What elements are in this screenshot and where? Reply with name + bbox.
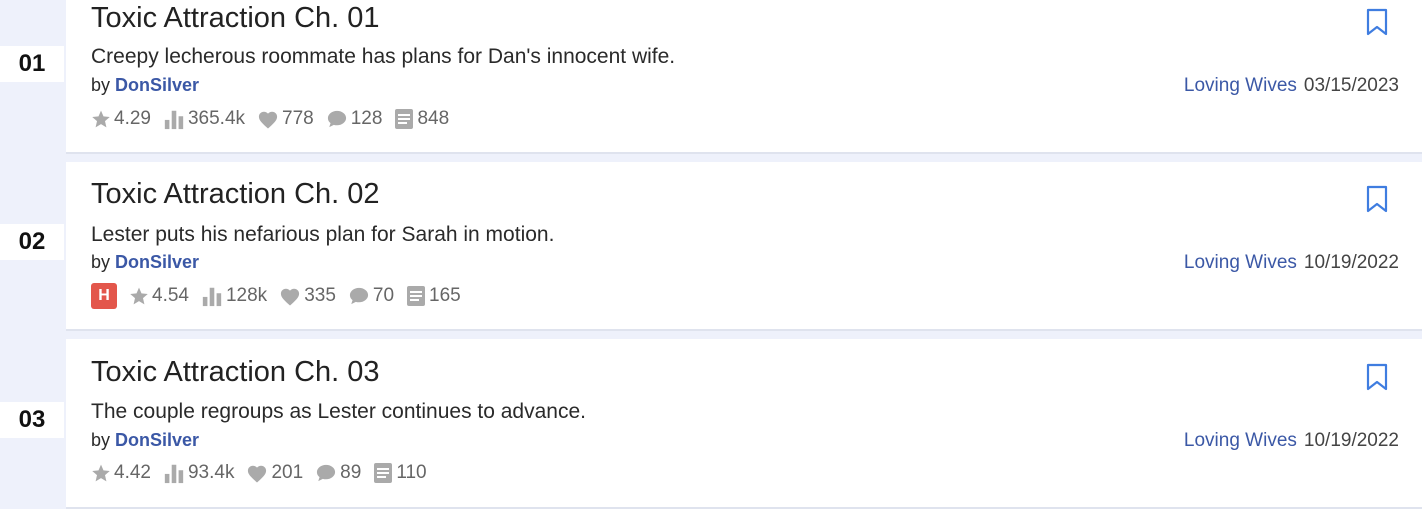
story-title[interactable]: Toxic Attraction Ch. 02 bbox=[91, 178, 380, 211]
author-link[interactable]: DonSilver bbox=[115, 430, 199, 450]
favorites-value: 778 bbox=[282, 108, 314, 129]
author-link[interactable]: DonSilver bbox=[115, 75, 199, 95]
words-stat: 110 bbox=[373, 462, 427, 484]
hot-badge: H bbox=[91, 283, 117, 309]
heart-icon bbox=[281, 288, 300, 306]
comment-icon bbox=[327, 110, 346, 128]
rating-value: 4.29 bbox=[114, 108, 151, 129]
bar-chart-icon bbox=[164, 110, 184, 130]
favorites-value: 201 bbox=[271, 462, 304, 483]
story-byline: by DonSilver bbox=[91, 252, 199, 273]
comments-value: 70 bbox=[372, 285, 395, 306]
story-row: 01 Toxic Attraction Ch. 01 Creepy lecher… bbox=[0, 0, 1422, 154]
rank-column: 01 bbox=[0, 0, 64, 154]
comments-value: 89 bbox=[340, 462, 362, 483]
story-date: 10/19/2022 bbox=[1303, 252, 1399, 273]
bar-chart-icon bbox=[164, 464, 184, 484]
views-stat: 93.4k bbox=[163, 462, 234, 484]
story-row: 03 Toxic Attraction Ch. 03 The couple re… bbox=[0, 339, 1422, 509]
views-value: 93.4k bbox=[187, 462, 235, 483]
story-byline: by DonSilver bbox=[91, 75, 199, 96]
story-meta: Loving Wives 10/19/2022 bbox=[1184, 252, 1399, 274]
views-value: 128k bbox=[225, 285, 268, 306]
document-icon bbox=[395, 109, 414, 129]
favorites-value: 335 bbox=[304, 285, 336, 306]
category-link[interactable]: Loving Wives bbox=[1184, 75, 1297, 96]
story-stats: 4.42 93.4k 201 89 110 bbox=[91, 462, 439, 484]
star-icon bbox=[92, 110, 110, 128]
story-rank: 01 bbox=[0, 46, 64, 82]
rating-stat: 4.54 bbox=[129, 285, 189, 307]
story-card: Toxic Attraction Ch. 01 Creepy lecherous… bbox=[66, 0, 1422, 154]
views-value: 365.4k bbox=[187, 108, 246, 129]
bookmark-icon[interactable] bbox=[1365, 8, 1389, 36]
category-link[interactable]: Loving Wives bbox=[1184, 430, 1297, 451]
by-label: by bbox=[91, 252, 111, 272]
views-stat: 128k bbox=[201, 285, 267, 307]
story-meta: Loving Wives 03/15/2023 bbox=[1184, 75, 1399, 97]
favorites-stat: 335 bbox=[279, 285, 336, 307]
comments-value: 128 bbox=[350, 108, 383, 129]
rating-stat: 4.42 bbox=[91, 462, 151, 484]
document-icon bbox=[407, 286, 426, 306]
by-label: by bbox=[91, 430, 111, 450]
rank-column: 02 bbox=[0, 162, 64, 331]
heart-icon bbox=[248, 465, 267, 483]
views-stat: 365.4k bbox=[163, 108, 245, 130]
rating-stat: 4.29 bbox=[91, 108, 151, 130]
story-description: Lester puts his nefarious plan for Sarah… bbox=[91, 223, 555, 246]
story-description: The couple regroups as Lester continues … bbox=[91, 400, 586, 423]
story-date: 03/15/2023 bbox=[1303, 75, 1399, 96]
story-card: Toxic Attraction Ch. 02 Lester puts his … bbox=[66, 162, 1422, 331]
favorites-stat: 778 bbox=[257, 108, 314, 130]
comment-icon bbox=[317, 464, 336, 482]
category-link[interactable]: Loving Wives bbox=[1184, 252, 1297, 273]
story-title[interactable]: Toxic Attraction Ch. 01 bbox=[91, 2, 380, 35]
heart-icon bbox=[258, 111, 278, 129]
words-stat: 165 bbox=[406, 285, 461, 307]
comment-icon bbox=[349, 287, 368, 305]
rating-value: 4.42 bbox=[114, 462, 151, 483]
story-stats: 4.29 365.4k 778 128 848 bbox=[91, 108, 461, 130]
star-icon bbox=[92, 464, 110, 482]
comments-stat: 128 bbox=[326, 108, 383, 130]
story-rank: 02 bbox=[0, 224, 64, 260]
words-value: 848 bbox=[417, 108, 450, 129]
bar-chart-icon bbox=[202, 287, 222, 307]
story-date: 10/19/2022 bbox=[1303, 430, 1399, 451]
bookmark-icon[interactable] bbox=[1365, 185, 1389, 213]
story-stats: H 4.54 128k 335 70 165 bbox=[91, 283, 473, 309]
words-stat: 848 bbox=[394, 108, 449, 130]
document-icon bbox=[374, 463, 393, 483]
author-link[interactable]: DonSilver bbox=[115, 252, 199, 272]
comments-stat: 70 bbox=[348, 285, 394, 307]
words-value: 110 bbox=[396, 462, 427, 483]
favorites-stat: 201 bbox=[246, 462, 303, 484]
story-meta: Loving Wives 10/19/2022 bbox=[1184, 430, 1399, 452]
story-rank: 03 bbox=[0, 402, 64, 438]
story-byline: by DonSilver bbox=[91, 430, 199, 451]
star-icon bbox=[130, 287, 148, 305]
story-description: Creepy lecherous roommate has plans for … bbox=[91, 45, 676, 68]
words-value: 165 bbox=[429, 285, 461, 306]
story-card: Toxic Attraction Ch. 03 The couple regro… bbox=[66, 339, 1422, 509]
rank-column: 03 bbox=[0, 339, 64, 509]
story-title[interactable]: Toxic Attraction Ch. 03 bbox=[91, 356, 380, 389]
story-row: 02 Toxic Attraction Ch. 02 Lester puts h… bbox=[0, 162, 1422, 331]
bookmark-icon[interactable] bbox=[1365, 363, 1389, 391]
rating-value: 4.54 bbox=[152, 285, 189, 306]
comments-stat: 89 bbox=[315, 462, 361, 484]
by-label: by bbox=[91, 75, 111, 95]
